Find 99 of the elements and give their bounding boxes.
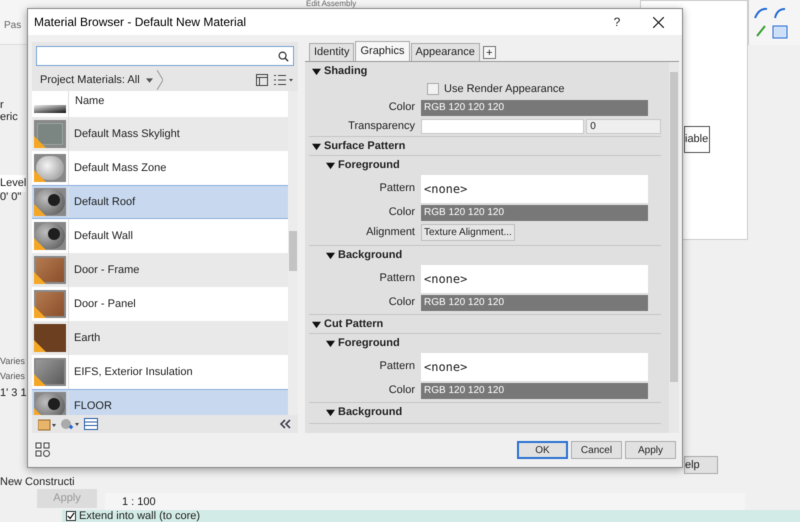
pattern-field[interactable]: <none> xyxy=(421,352,648,380)
tab[interactable]: Identity xyxy=(309,43,354,61)
help-button[interactable]: elp xyxy=(684,456,718,474)
subsection-title: Background xyxy=(338,404,402,420)
material-thumbnail xyxy=(34,154,66,182)
transparency-input[interactable]: 0 xyxy=(586,119,661,134)
material-thumbnail xyxy=(34,188,66,216)
transparency-slider[interactable] xyxy=(421,119,584,134)
level-value: 0' 0" xyxy=(0,190,22,205)
material-thumbnail xyxy=(34,290,66,318)
color-swatch-field[interactable]: RGB 120 120 120 xyxy=(421,100,648,116)
material-thumbnail xyxy=(34,105,66,113)
field-label: Alignment xyxy=(365,225,416,240)
search-icon[interactable] xyxy=(278,50,289,62)
panel-layout-icon[interactable] xyxy=(256,74,268,86)
tab[interactable]: Graphics xyxy=(355,41,410,61)
settings-grid-icon[interactable] xyxy=(35,442,51,458)
dialog-button[interactable]: Apply xyxy=(625,441,676,459)
expand-caret-icon[interactable] xyxy=(312,320,321,328)
pattern-field[interactable]: <none> xyxy=(421,174,648,202)
subsection-title: Background xyxy=(338,248,402,263)
list-view-icon[interactable] xyxy=(274,74,294,86)
material-thumbnail xyxy=(34,256,66,284)
tab[interactable]: Appearance xyxy=(410,43,480,61)
field-label: Color xyxy=(388,205,416,220)
ribbon-label: Pas xyxy=(4,19,22,33)
material-thumbnail xyxy=(34,392,66,415)
subsection-title: Foreground xyxy=(338,336,400,351)
material-row[interactable]: Default Mass Skylight xyxy=(32,117,288,151)
material-thumbnail xyxy=(34,120,66,148)
column-header: Name xyxy=(74,94,104,109)
dialog-button[interactable]: OK xyxy=(517,441,568,459)
material-thumbnail xyxy=(34,222,66,250)
pattern-field[interactable]: <none> xyxy=(421,264,648,292)
field-label: Pattern xyxy=(378,271,416,286)
material-thumbnail xyxy=(34,358,66,386)
dropdown-caret-icon[interactable] xyxy=(146,78,153,82)
color-swatch-field[interactable]: RGB 120 120 120 xyxy=(421,294,648,310)
window-title: Edit Assembly xyxy=(306,0,356,8)
close-icon[interactable] xyxy=(653,16,664,28)
material-name: Default Roof xyxy=(73,194,136,210)
field-label: Pattern xyxy=(378,181,416,196)
add-tab-button[interactable]: + xyxy=(482,46,496,59)
help-button[interactable]: ? xyxy=(607,13,627,31)
dimension-value: 1' 3 1 xyxy=(0,386,27,401)
scale-label[interactable]: 1 : 100 xyxy=(122,494,156,510)
expand-caret-icon[interactable] xyxy=(326,250,335,260)
property-value: Varies xyxy=(0,370,25,383)
editor-panel-icon[interactable] xyxy=(84,418,98,430)
checkbox-label: Use Render Appearance xyxy=(444,82,564,97)
expand-caret-icon[interactable] xyxy=(312,142,321,150)
add-material-icon[interactable] xyxy=(60,418,80,430)
checkbox-label: Extend into wall (to core) xyxy=(79,510,200,522)
field-label: Pattern xyxy=(378,359,416,374)
dialog-title: Material Browser - Default New Material xyxy=(34,14,248,31)
material-name: Earth xyxy=(73,330,100,346)
dialog-button[interactable]: Cancel xyxy=(571,441,622,459)
field-label: Color xyxy=(388,295,416,310)
search-field[interactable] xyxy=(36,46,294,66)
scrollbar[interactable] xyxy=(288,91,298,415)
expand-caret-icon[interactable] xyxy=(326,160,335,170)
material-name: Default Wall xyxy=(73,228,133,244)
expand-caret-icon[interactable] xyxy=(326,338,335,348)
section-title: Surface Pattern xyxy=(324,138,406,154)
material-name: FLOOR xyxy=(73,398,112,414)
material-row[interactable]: Door - Frame xyxy=(32,253,288,287)
material-row[interactable]: Earth xyxy=(32,321,288,355)
section-title: Shading xyxy=(324,64,368,79)
checkbox[interactable] xyxy=(427,83,439,95)
material-name: Default Mass Zone xyxy=(73,160,166,176)
material-name: EIFS, Exterior Insulation xyxy=(73,364,193,380)
field-label: Transparency xyxy=(347,119,416,134)
expand-caret-icon[interactable] xyxy=(326,408,335,416)
texture-alignment-button[interactable]: Texture Alignment... xyxy=(421,224,515,241)
material-name: Door - Frame xyxy=(73,262,140,278)
folder-icon[interactable] xyxy=(38,418,56,430)
field-label: Color xyxy=(388,383,416,398)
material-name: Door - Panel xyxy=(73,296,136,312)
checkbox[interactable] xyxy=(66,511,76,521)
color-swatch-field[interactable]: RGB 120 120 120 xyxy=(421,382,648,398)
scrollbar[interactable] xyxy=(669,62,679,433)
table-header: iable xyxy=(684,126,710,153)
section-title: Cut Pattern xyxy=(324,316,384,332)
filter-dropdown[interactable]: Project Materials: All xyxy=(40,72,153,88)
breadcrumb-chevron-icon xyxy=(156,70,163,90)
material-row[interactable]: FLOOR xyxy=(32,389,288,415)
property-text: eric xyxy=(0,110,18,125)
material-row[interactable]: Default Roof xyxy=(32,185,288,219)
color-swatch-field[interactable]: RGB 120 120 120 xyxy=(421,204,648,220)
property-value: Varies xyxy=(0,355,25,368)
property-text: r xyxy=(0,98,4,112)
material-name: Default Mass Skylight xyxy=(73,126,180,142)
collapse-icon[interactable] xyxy=(279,419,292,429)
material-thumbnail xyxy=(34,324,66,352)
subsection-title: Foreground xyxy=(338,158,400,173)
expand-caret-icon[interactable] xyxy=(312,66,321,76)
field-label: Color xyxy=(388,100,416,116)
phase-value: New Constructi xyxy=(0,475,75,490)
column-header: Level xyxy=(0,175,26,192)
